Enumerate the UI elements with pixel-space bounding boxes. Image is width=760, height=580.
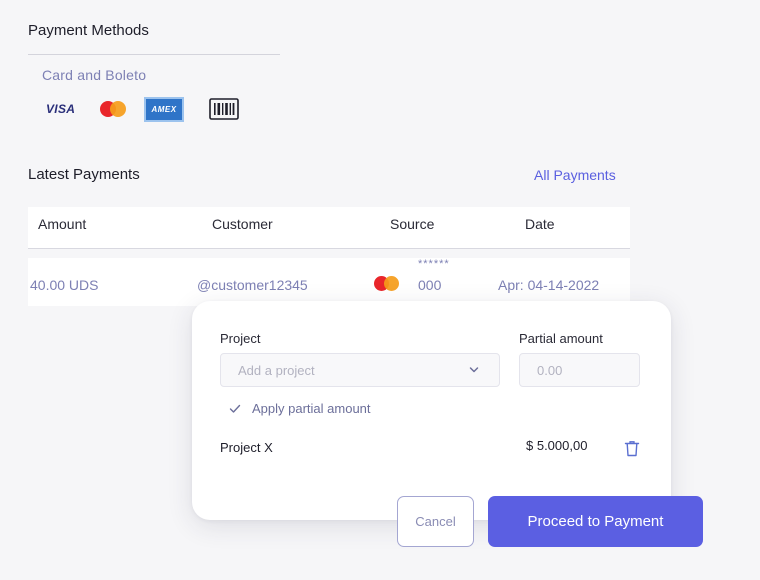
cancel-button[interactable]: Cancel xyxy=(397,496,474,547)
trash-icon[interactable] xyxy=(624,440,640,457)
partial-amount-label: Partial amount xyxy=(519,331,603,346)
table-row[interactable]: 40.00 UDS @customer12345 ****** 000 Apr:… xyxy=(28,258,630,306)
column-header-amount: Amount xyxy=(38,216,87,232)
check-icon xyxy=(229,404,241,413)
payments-table-header: Amount Customer Source Date xyxy=(28,207,630,249)
project-label: Project xyxy=(220,331,261,346)
barcode-icon xyxy=(209,98,239,120)
payment-date: Apr: 04-14-2022 xyxy=(498,277,600,293)
payment-methods-subtitle: Card and Boleto xyxy=(42,67,147,83)
apply-partial-amount-toggle[interactable]: Apply partial amount xyxy=(229,401,371,416)
apply-partial-amount-label: Apply partial amount xyxy=(252,401,371,416)
project-select[interactable]: Add a project xyxy=(220,353,500,387)
chevron-down-icon xyxy=(469,367,479,373)
card-number-mask: ****** xyxy=(418,258,450,270)
payment-method-icons: VISA AMEX xyxy=(46,96,239,122)
column-header-date: Date xyxy=(525,216,555,232)
column-header-customer: Customer xyxy=(212,216,273,232)
card-last-digits: 000 xyxy=(418,277,442,293)
project-name: Project X xyxy=(220,440,273,455)
all-payments-link[interactable]: All Payments xyxy=(534,167,616,183)
proceed-to-payment-button[interactable]: Proceed to Payment xyxy=(488,496,703,547)
mastercard-icon xyxy=(374,276,402,294)
payment-allocation-modal: Project Partial amount Add a project App… xyxy=(192,301,671,520)
payment-methods-divider xyxy=(28,54,280,55)
column-header-source: Source xyxy=(390,216,435,232)
payment-customer: @customer12345 xyxy=(197,277,308,293)
payment-amount: 40.00 UDS xyxy=(30,277,99,293)
visa-icon: VISA xyxy=(46,102,76,116)
partial-amount-input[interactable] xyxy=(519,353,640,387)
project-select-placeholder: Add a project xyxy=(238,362,315,378)
amex-icon: AMEX xyxy=(144,96,184,122)
latest-payments-title: Latest Payments xyxy=(28,166,140,183)
mastercard-icon xyxy=(100,100,128,118)
payment-methods-title: Payment Methods xyxy=(28,22,149,39)
project-amount: $ 5.000,00 xyxy=(526,438,588,453)
